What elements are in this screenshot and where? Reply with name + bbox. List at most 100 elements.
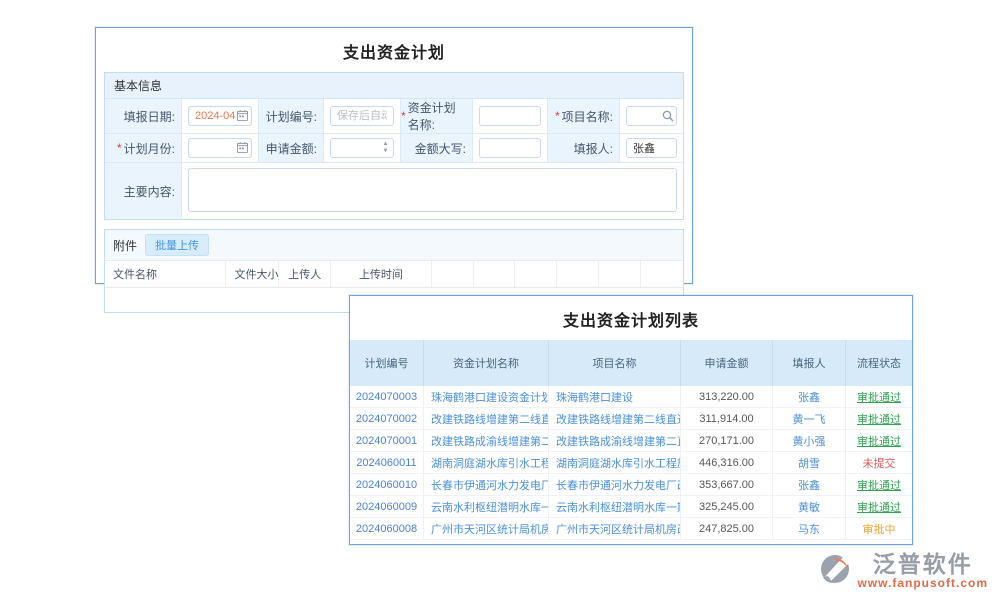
plan-no-link[interactable]: 2024060010 xyxy=(350,474,424,495)
attachments-header: 附件 批量上传 xyxy=(105,230,683,261)
status-badge[interactable]: 审批通过 xyxy=(846,474,912,495)
fill-date-cell xyxy=(182,99,258,133)
plan-no-link[interactable]: 2024070001 xyxy=(350,430,424,451)
filler-input[interactable] xyxy=(626,138,677,158)
fund-name-link[interactable]: 改建铁路线增建第二线直通线（成... xyxy=(424,408,549,429)
plan-no-link[interactable]: 2024060011 xyxy=(350,452,424,473)
page: 支出资金计划 基本信息 填报日期: 计划编号: xyxy=(0,0,1000,600)
filler-link[interactable]: 张鑫 xyxy=(773,386,846,407)
filler-link[interactable]: 胡雪 xyxy=(773,452,846,473)
brand-website: www.fanpusoft.com xyxy=(857,576,988,590)
status-badge[interactable]: 审批通过 xyxy=(846,386,912,407)
apply-amount-cell: ▲▼ xyxy=(324,134,400,162)
empty-column xyxy=(557,261,599,287)
filler-cell xyxy=(620,134,683,162)
plan-no-cell xyxy=(324,99,400,133)
fanpu-logo-icon xyxy=(819,553,851,590)
filler-link[interactable]: 黄小强 xyxy=(773,430,846,451)
plan-no-input[interactable] xyxy=(330,106,394,126)
attachments-label: 附件 xyxy=(113,237,137,254)
filler-link[interactable]: 马东 xyxy=(773,518,846,539)
fund-name-cell xyxy=(473,99,547,133)
project-name-link[interactable]: 改建铁路线增建第二线直通线（成... xyxy=(549,408,681,429)
empty-column xyxy=(432,261,474,287)
amount-caps-cell xyxy=(473,134,547,162)
stepper-up-icon[interactable]: ▲ xyxy=(383,141,389,148)
filler-link[interactable]: 黄敏 xyxy=(773,496,846,517)
filler-label: 填报人: xyxy=(548,134,619,162)
required-mark: * xyxy=(555,109,560,123)
table-row: 2024070003 珠海鹤港口建设资金计划 珠海鹤港口建设 313,220.0… xyxy=(350,386,912,408)
empty-column xyxy=(641,261,683,287)
plan-no-link[interactable]: 2024070002 xyxy=(350,408,424,429)
status-badge[interactable]: 审批中 xyxy=(846,518,912,539)
fanpu-brand: 泛普软件 www.fanpusoft.com xyxy=(819,552,988,590)
fund-name-link[interactable]: 湖南洞庭湖水库引水工程施工I标... xyxy=(424,452,549,473)
amount-caps-label: 金额大写: xyxy=(401,134,472,162)
table-row: 2024070002 改建铁路线增建第二线直通线（成... 改建铁路线增建第二线… xyxy=(350,408,912,430)
table-row: 2024060010 长春市伊通河水力发电厂改建工程... 长春市伊通河水力发电… xyxy=(350,474,912,496)
amount-caps-input[interactable] xyxy=(479,138,541,158)
project-name-link[interactable]: 珠海鹤港口建设 xyxy=(549,386,681,407)
fill-date-label: 填报日期: xyxy=(105,99,181,133)
apply-amount-value: 313,220.00 xyxy=(681,386,773,407)
calendar-icon[interactable] xyxy=(236,109,249,122)
col-amount: 申请金额 xyxy=(681,340,773,386)
apply-amount-value: 270,171.00 xyxy=(681,430,773,451)
status-badge[interactable]: 审批通过 xyxy=(846,496,912,517)
status-badge[interactable]: 未提交 xyxy=(846,452,912,473)
plan-no-link[interactable]: 2024060008 xyxy=(350,518,424,539)
apply-amount-value: 311,914.00 xyxy=(681,408,773,429)
batch-upload-button[interactable]: 批量上传 xyxy=(145,234,209,256)
upload-time-column: 上传时间 xyxy=(331,261,432,287)
project-name-link[interactable]: 长春市伊通河水力发电厂改建工程 xyxy=(549,474,681,495)
plan-no-label: 计划编号: xyxy=(259,99,323,133)
calendar-icon[interactable] xyxy=(236,141,249,154)
apply-amount-value: 446,316.00 xyxy=(681,452,773,473)
plan-no-link[interactable]: 2024070003 xyxy=(350,386,424,407)
project-name-link[interactable]: 云南水利枢纽潜明水库一期工程施... xyxy=(549,496,681,517)
required-mark: * xyxy=(401,109,406,123)
project-name-link[interactable]: 湖南洞庭湖水库引水工程施工I标 xyxy=(549,452,681,473)
main-content-textarea[interactable] xyxy=(188,168,677,212)
main-content-label: 主要内容: xyxy=(105,163,181,219)
project-name-link[interactable]: 改建铁路成渝线增建第二直通线（... xyxy=(549,430,681,451)
apply-amount-label: 申请金额: xyxy=(259,134,323,162)
amount-stepper[interactable]: ▲▼ xyxy=(379,139,392,157)
plan-list-table: 计划编号 资金计划名称 项目名称 申请金额 填报人 流程状态 202407000… xyxy=(350,340,912,540)
fund-name-link[interactable]: 长春市伊通河水力发电厂改建工程... xyxy=(424,474,549,495)
fund-name-label: *资金计划名称: xyxy=(401,99,472,133)
uploader-column: 上传人 xyxy=(279,261,331,287)
stepper-down-icon[interactable]: ▼ xyxy=(383,148,389,155)
fund-name-input[interactable] xyxy=(479,106,541,126)
apply-amount-value: 353,667.00 xyxy=(681,474,773,495)
fund-name-link[interactable]: 云南水利枢纽潜明水库一期工程施... xyxy=(424,496,549,517)
col-plan-no: 计划编号 xyxy=(350,340,424,386)
basic-info-box: 基本信息 填报日期: 计划编号: xyxy=(104,72,684,220)
plan-no-link[interactable]: 2024060009 xyxy=(350,496,424,517)
status-badge[interactable]: 审批通过 xyxy=(846,408,912,429)
plan-month-cell xyxy=(182,134,258,162)
required-mark: * xyxy=(117,141,122,155)
col-fund-name: 资金计划名称 xyxy=(424,340,549,386)
filler-link[interactable]: 张鑫 xyxy=(773,474,846,495)
table-row: 2024070001 改建铁路成渝线增建第二直通线（... 改建铁路成渝线增建第… xyxy=(350,430,912,452)
status-badge[interactable]: 审批通过 xyxy=(846,430,912,451)
search-icon[interactable] xyxy=(661,109,674,122)
project-name-cell xyxy=(620,99,683,133)
project-name-link[interactable]: 广州市天河区统计局机房改造项目 xyxy=(549,518,681,539)
apply-amount-value: 247,825.00 xyxy=(681,518,773,539)
filler-link[interactable]: 黄一飞 xyxy=(773,408,846,429)
empty-column xyxy=(599,261,641,287)
fund-name-link[interactable]: 珠海鹤港口建设资金计划 xyxy=(424,386,549,407)
fund-name-link[interactable]: 改建铁路成渝线增建第二直通线（... xyxy=(424,430,549,451)
col-status: 流程状态 xyxy=(846,340,912,386)
plan-list-header-row: 计划编号 资金计划名称 项目名称 申请金额 填报人 流程状态 xyxy=(350,340,912,386)
basic-info-grid: 填报日期: 计划编号: *资金计划名称: xyxy=(105,99,683,219)
basic-info-section-header: 基本信息 xyxy=(105,73,683,99)
attachments-column-headers: 文件名称 文件大小 上传人 上传时间 xyxy=(105,261,683,288)
fund-name-link[interactable]: 广州市天河区统计局机房改造项目... xyxy=(424,518,549,539)
expenditure-plan-form-panel: 支出资金计划 基本信息 填报日期: 计划编号: xyxy=(95,27,693,284)
expenditure-plan-list-panel: 支出资金计划列表 计划编号 资金计划名称 项目名称 申请金额 填报人 流程状态 … xyxy=(349,295,913,545)
table-row: 2024060011 湖南洞庭湖水库引水工程施工I标... 湖南洞庭湖水库引水工… xyxy=(350,452,912,474)
